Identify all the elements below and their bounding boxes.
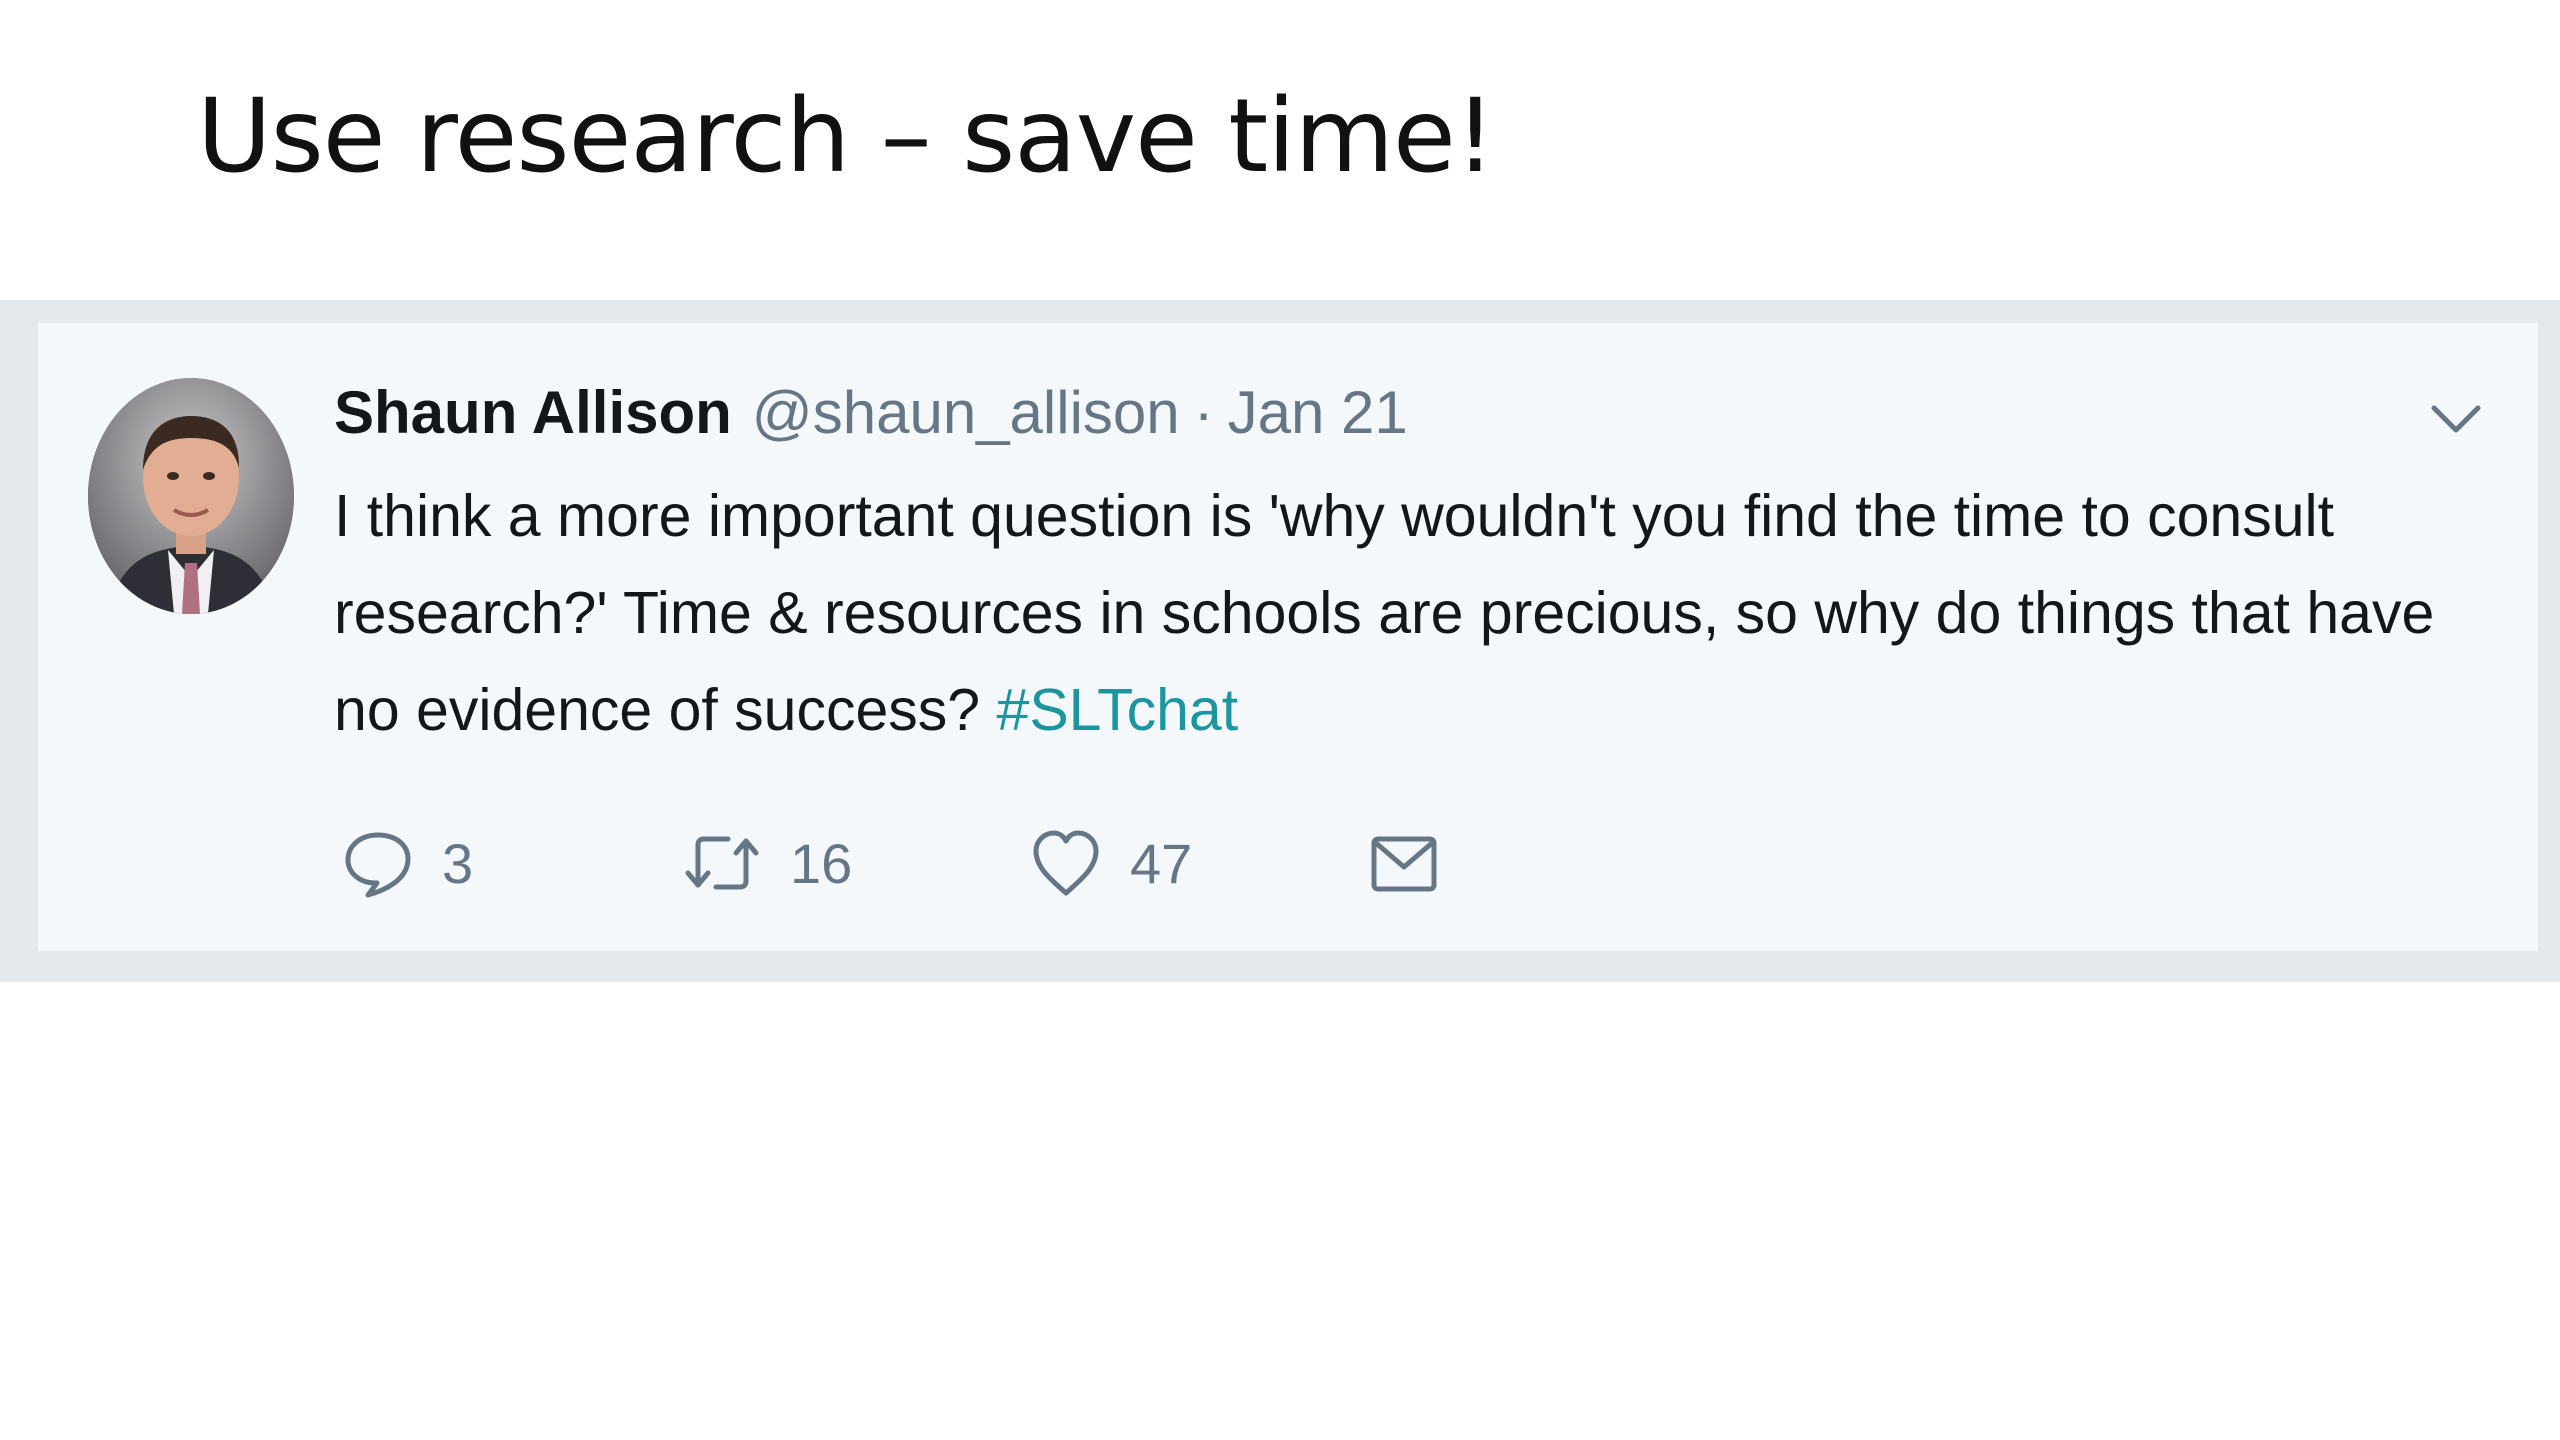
tweet-header: Shaun Allison @shaun_allison · Jan 21	[334, 378, 1408, 448]
retweet-count: 16	[790, 831, 853, 895]
reply-button[interactable]: 3	[342, 818, 473, 908]
header-separator: ·	[1193, 379, 1214, 446]
like-button[interactable]: 47	[1030, 818, 1192, 908]
tweet-text: I think a more important question is 'wh…	[334, 468, 2494, 759]
reply-count: 3	[442, 831, 474, 895]
heart-icon	[1033, 830, 1099, 896]
slide-title: Use research – save time!	[197, 77, 1496, 196]
like-count: 47	[1130, 831, 1193, 895]
retweet-button[interactable]: 16	[682, 818, 852, 908]
tweet-body: I think a more important question is 'wh…	[334, 483, 2435, 743]
chevron-down-icon[interactable]	[2426, 398, 2486, 442]
hashtag-link[interactable]: #SLTchat	[997, 677, 1239, 743]
avatar-photo	[88, 378, 294, 614]
tweet-date[interactable]: Jan 21	[1228, 378, 1408, 447]
message-button[interactable]	[1368, 818, 1440, 908]
avatar[interactable]	[88, 378, 294, 614]
author-handle[interactable]: @shaun_allison	[752, 378, 1180, 447]
envelope-icon	[1371, 836, 1437, 892]
reply-icon	[345, 832, 411, 898]
author-name[interactable]: Shaun Allison	[334, 378, 732, 447]
retweet-icon	[685, 836, 759, 890]
